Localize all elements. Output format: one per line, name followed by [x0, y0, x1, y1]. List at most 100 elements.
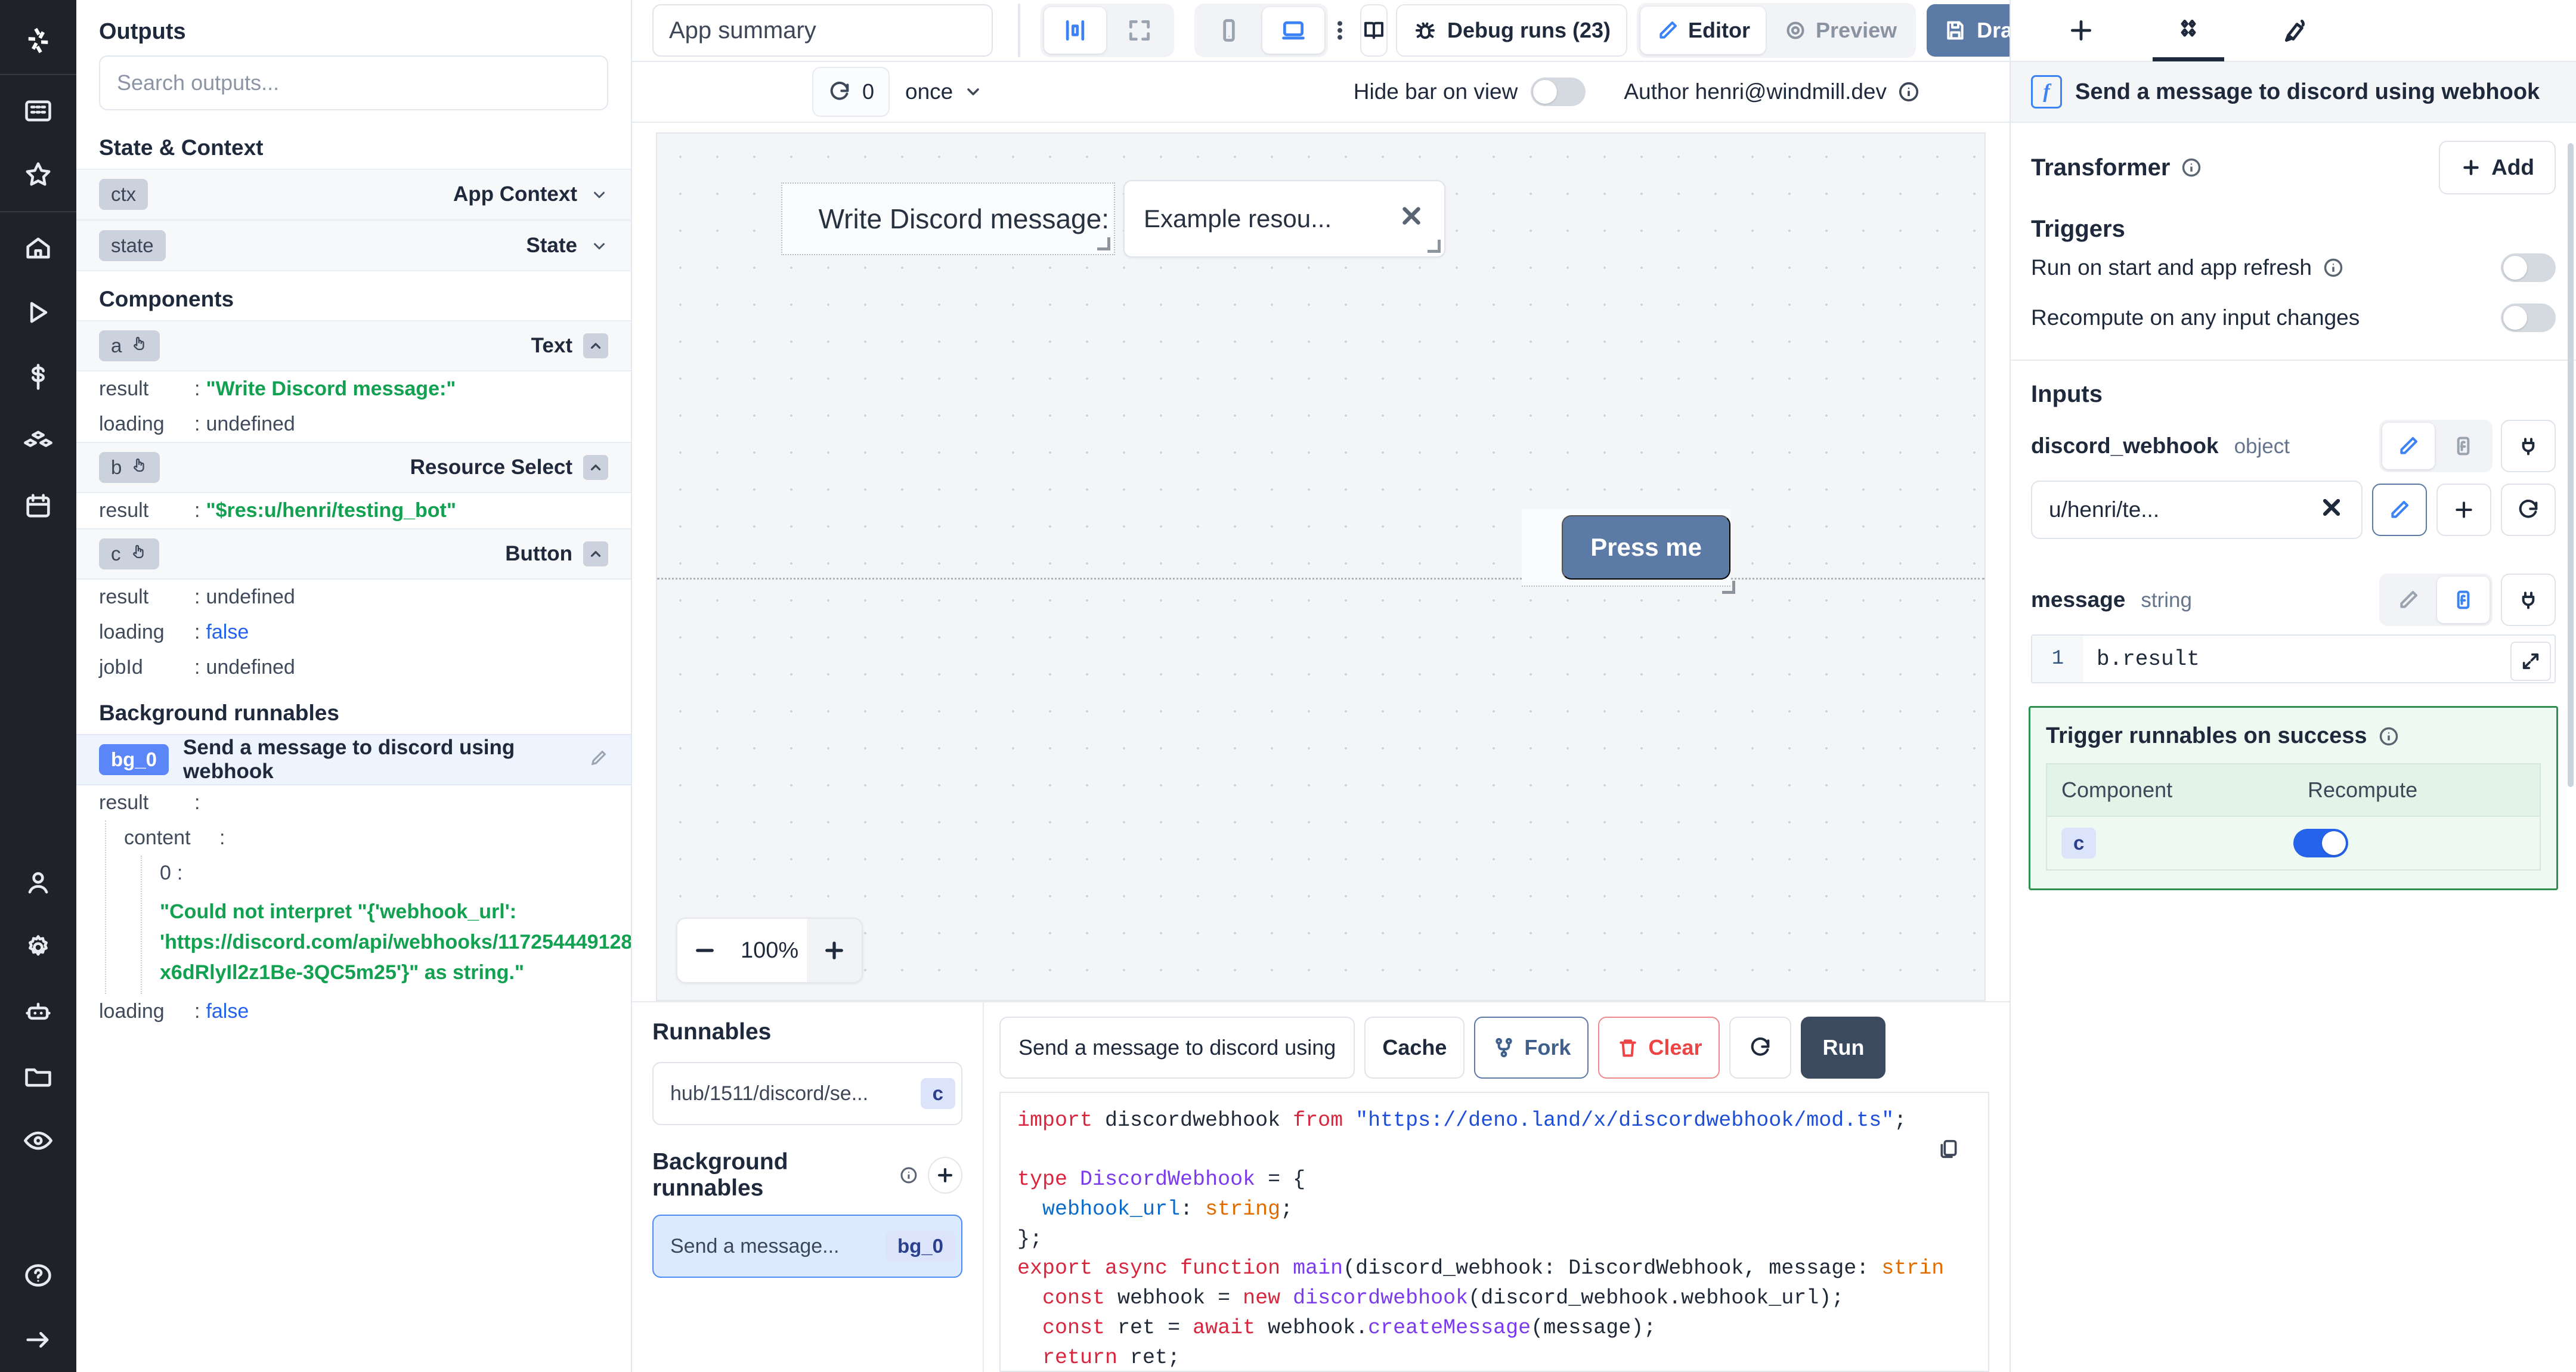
background-runnable-row-bg0[interactable]: bg_0 Send a message to discord using web… — [76, 734, 631, 785]
chevron-down-icon[interactable] — [590, 237, 608, 255]
sidebar-item-resources[interactable] — [0, 409, 76, 473]
run-button[interactable]: Run — [1801, 1017, 1886, 1079]
input-expression-mode-button-webhook[interactable] — [2437, 423, 2490, 469]
app-root: Outputs State & Context ctx App Context … — [0, 0, 2576, 1372]
component-header-c[interactable]: c Button — [76, 528, 631, 580]
chevron-up-icon[interactable] — [583, 541, 608, 566]
resource-refresh-button[interactable] — [2501, 484, 2556, 536]
prop-colon: : — [219, 826, 225, 849]
editor-refresh-button[interactable] — [1729, 1017, 1792, 1079]
runnable-list-item[interactable]: hub/1511/discord/se... c — [652, 1062, 962, 1125]
windmill-logo[interactable] — [0, 11, 76, 70]
code-editor[interactable]: import discordwebhook from "https://deno… — [999, 1092, 1989, 1372]
component-header-a[interactable]: a Text — [76, 320, 631, 371]
resource-add-button[interactable] — [2436, 484, 2491, 536]
tab-style[interactable] — [2242, 0, 2349, 61]
app-canvas[interactable]: Write Discord message: Example resou... … — [656, 132, 1986, 1001]
prop-key: loading — [99, 621, 165, 643]
copy-icon[interactable] — [1937, 1137, 1961, 1171]
refresh-count-pill[interactable]: 0 — [812, 67, 890, 117]
trigger-recompute-toggle[interactable] — [2501, 303, 2556, 332]
canvas-text-component[interactable]: Write Discord message: — [781, 182, 1115, 255]
press-me-button[interactable]: Press me — [1562, 515, 1730, 580]
input-static-mode-button-webhook[interactable] — [2382, 423, 2435, 469]
add-background-runnable-button[interactable] — [927, 1157, 962, 1194]
triggers-title: Triggers — [2031, 216, 2125, 242]
trigger-on-success-title: Trigger runnables on success — [2046, 723, 2367, 748]
sidebar-item-workers[interactable] — [0, 980, 76, 1044]
resize-handle[interactable] — [1428, 240, 1441, 253]
refresh-icon — [830, 81, 849, 100]
cache-button[interactable]: Cache — [1364, 1017, 1465, 1079]
sidebar-item-workspace[interactable] — [0, 79, 76, 143]
sidebar-item-schedules[interactable] — [0, 473, 76, 538]
frequency-select[interactable]: once — [905, 79, 983, 104]
search-outputs-input[interactable] — [99, 55, 608, 110]
trigger-recompute-label-group: Recompute on any input changes — [2031, 305, 2360, 330]
background-runnables-title: Background runnables — [99, 701, 339, 725]
tab-add-component[interactable] — [2027, 0, 2135, 61]
sidebar-item-billing[interactable] — [0, 345, 76, 409]
full-width-button[interactable] — [1109, 7, 1171, 54]
code-editor-toolbar: Send a message to discord using Cache Fo… — [999, 1017, 1989, 1079]
input-static-mode-button-message[interactable] — [2382, 577, 2435, 623]
state-row-state[interactable]: state State — [76, 220, 631, 271]
sidebar-item-home[interactable] — [0, 216, 76, 280]
tab-component-settings[interactable] — [2135, 0, 2242, 61]
input-connect-button-webhook[interactable] — [2501, 420, 2556, 472]
docs-book-button[interactable] — [1360, 4, 1388, 57]
sidebar-item-runs[interactable] — [0, 280, 76, 345]
editor-mode-button[interactable]: Editor — [1640, 7, 1766, 54]
app-summary-input[interactable] — [652, 4, 993, 57]
expand-editor-button[interactable] — [2510, 642, 2551, 681]
preview-mode-button[interactable]: Preview — [1768, 7, 1912, 54]
transformer-title-group: Transformer — [2031, 154, 2202, 181]
pencil-icon[interactable] — [588, 748, 608, 772]
right-panel-scrollbar[interactable] — [2568, 143, 2574, 787]
sidebar-item-favorites[interactable] — [0, 143, 76, 207]
clear-button[interactable]: Clear — [1598, 1017, 1720, 1079]
trigger-run-on-start-toggle[interactable] — [2501, 253, 2556, 282]
chevron-up-icon[interactable] — [583, 455, 608, 480]
close-icon[interactable] — [1398, 202, 1425, 236]
fork-button[interactable]: Fork — [1474, 1017, 1589, 1079]
zoom-level-label: 100% — [741, 937, 799, 963]
message-expression-editor[interactable]: 1 b.result — [2031, 634, 2556, 683]
input-connect-button-message[interactable] — [2501, 574, 2556, 626]
prop-value: undefined — [206, 656, 295, 679]
sidebar-item-audit-logs[interactable] — [0, 1108, 76, 1173]
help-circle-icon[interactable] — [0, 1243, 76, 1308]
state-row-ctx[interactable]: ctx App Context — [76, 169, 631, 220]
sidebar-item-settings[interactable] — [0, 915, 76, 980]
sidebar-item-folders[interactable] — [0, 1044, 76, 1108]
chevron-down-icon[interactable] — [590, 185, 608, 203]
width-constrained-button[interactable] — [1044, 7, 1106, 54]
undo-button[interactable] — [1019, 5, 1020, 56]
desktop-view-button[interactable] — [1262, 7, 1324, 54]
sidebar-item-account[interactable] — [0, 851, 76, 915]
expand-icon — [2522, 653, 2539, 670]
expand-rail-icon[interactable] — [0, 1308, 76, 1372]
hide-bar-toggle[interactable] — [1531, 78, 1586, 106]
info-icon — [900, 1167, 917, 1184]
zoom-out-button[interactable] — [677, 919, 732, 982]
close-icon[interactable] — [2318, 494, 2345, 526]
recompute-toggle[interactable] — [2293, 829, 2348, 857]
resize-handle[interactable] — [1722, 581, 1735, 594]
component-header-b[interactable]: b Resource Select — [76, 442, 631, 493]
background-runnable-list-item[interactable]: Send a message... bg_0 — [652, 1215, 962, 1278]
resize-handle[interactable] — [1097, 237, 1110, 250]
trigger-recompute-label: Recompute on any input changes — [2031, 305, 2360, 330]
chevron-up-icon[interactable] — [583, 333, 608, 358]
more-options-button[interactable] — [1328, 7, 1352, 54]
transformer-add-button[interactable]: Add — [2439, 141, 2556, 194]
script-name-field[interactable]: Send a message to discord using — [999, 1017, 1355, 1079]
canvas-resource-select-component[interactable]: Example resou... — [1123, 180, 1445, 258]
input-expression-mode-button-message[interactable] — [2437, 577, 2490, 623]
mobile-view-button[interactable] — [1198, 7, 1260, 54]
zoom-in-button[interactable] — [807, 919, 862, 982]
resource-value-field[interactable]: u/henri/te... — [2031, 481, 2363, 539]
debug-runs-button[interactable]: Debug runs (23) — [1396, 4, 1628, 57]
canvas-button-component[interactable]: Press me — [1522, 509, 1735, 594]
resource-edit-button[interactable] — [2372, 484, 2427, 536]
